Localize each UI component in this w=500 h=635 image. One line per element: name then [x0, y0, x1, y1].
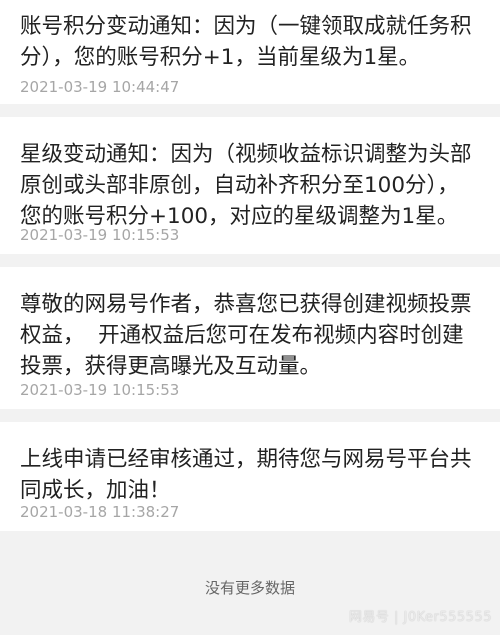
notification-message: 账号积分变动通知：因为（一键领取成就任务积分），您的账号积分+1，当前星级为1星… [20, 14, 472, 70]
notification-message: 上线申请已经审核通过，期待您与网易号平台共同成长，加油！ [20, 447, 472, 503]
notification-card[interactable]: 星级变动通知：因为（视频收益标识调整为头部原创或头部非原创，自动补齐积分至100… [0, 117, 500, 254]
notification-timestamp: 2021-03-19 10:15:53 [20, 226, 180, 244]
notification-list: 账号积分变动通知：因为（一键领取成就任务积分），您的账号积分+1，当前星级为1星… [0, 0, 500, 531]
no-more-data-label: 没有更多数据 [204, 579, 295, 597]
notification-message: 星级变动通知：因为（视频收益标识调整为头部原创或头部非原创，自动补齐积分至100… [20, 142, 472, 229]
notification-timestamp: 2021-03-19 10:15:53 [20, 381, 180, 399]
notification-message: 尊敬的网易号作者，恭喜您已获得创建视频投票权益， 开通权益后您可在发布视频内容时… [20, 292, 472, 379]
notification-card[interactable]: 上线申请已经审核通过，期待您与网易号平台共同成长，加油！ 2021-03-18 … [0, 422, 500, 531]
watermark: 网易号 | J0Ker555555 [348, 610, 492, 625]
notification-timestamp: 2021-03-18 11:38:27 [20, 503, 180, 521]
notification-timestamp: 2021-03-19 10:44:47 [20, 78, 180, 96]
notification-card[interactable]: 尊敬的网易号作者，恭喜您已获得创建视频投票权益， 开通权益后您可在发布视频内容时… [0, 267, 500, 409]
notification-card[interactable]: 账号积分变动通知：因为（一键领取成就任务积分），您的账号积分+1，当前星级为1星… [0, 0, 500, 104]
